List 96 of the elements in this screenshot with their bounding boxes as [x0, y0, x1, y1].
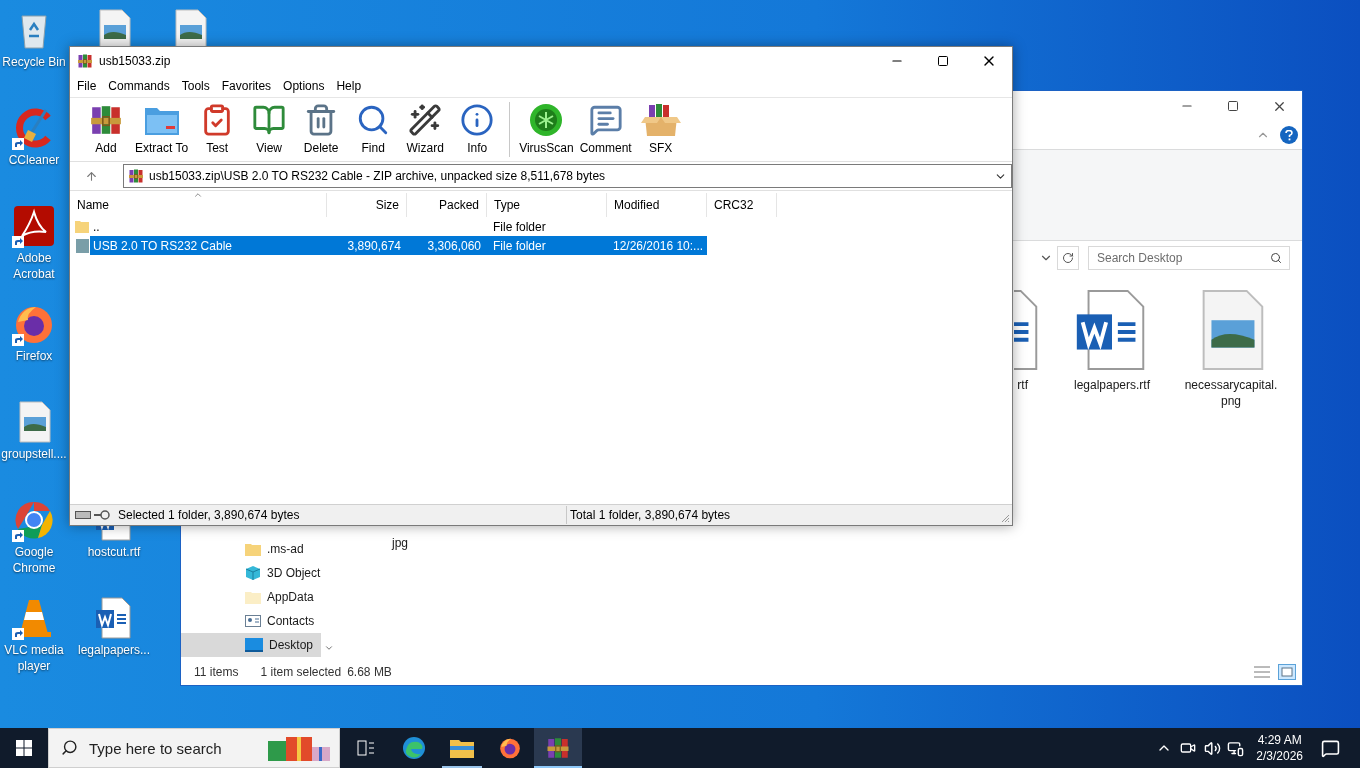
desktop-icon-label[interactable]: groupstell....	[1, 446, 67, 462]
menu-item[interactable]: File	[71, 77, 103, 95]
archive-icon	[128, 168, 144, 184]
maximize-icon	[937, 55, 949, 67]
column-header[interactable]: Type	[487, 193, 607, 217]
file-label[interactable]: rtf	[1017, 377, 1028, 393]
desktop-icon	[245, 638, 263, 652]
menu-item[interactable]: Tools	[175, 77, 216, 95]
folder-icon	[450, 738, 474, 758]
desktop-icon-label[interactable]: VLC media player	[0, 642, 68, 674]
toolbar-button[interactable]: Info	[451, 98, 504, 161]
info-icon	[460, 102, 495, 137]
refresh-icon	[1062, 252, 1074, 264]
key-icon	[94, 510, 110, 520]
maximize-icon	[1227, 100, 1239, 112]
toolbar-button[interactable]: Extract To	[132, 98, 192, 161]
column-header[interactable]: Modified	[607, 193, 707, 217]
contact-card-icon	[245, 614, 261, 628]
windows-logo-icon	[16, 740, 32, 756]
desktop-icon-label[interactable]: Adobe Acrobat	[0, 250, 68, 282]
taskbar-app-button[interactable]	[534, 728, 582, 768]
status-text: Selected 1 folder, 3,890,674 bytes	[118, 507, 301, 524]
task-view-icon	[357, 740, 375, 756]
address-field[interactable]: usb15033.zip\USB 2.0 TO RS232 Cable - ZIP archive, unpacked size 8,511,678 bytes	[123, 164, 1012, 188]
clock[interactable]: 4:29 AM 2/3/2026	[1252, 732, 1307, 764]
network-icon[interactable]	[1227, 739, 1245, 757]
edge-icon	[402, 736, 426, 760]
nav-item[interactable]: .ms-ad	[181, 537, 321, 561]
search-icon	[61, 739, 78, 756]
menu-item[interactable]: Options	[277, 77, 331, 95]
file-label[interactable]: necessarycapital.png	[1176, 377, 1286, 409]
shortcut-arrow-icon	[12, 530, 24, 542]
scroll-down-icon	[323, 643, 334, 653]
desktop-icon-label[interactable]: hostcut.rtf	[87, 544, 141, 560]
nav-item[interactable]: Contacts	[181, 609, 321, 633]
help-icon[interactable]	[1280, 126, 1298, 144]
toolbar-button[interactable]: Comment	[576, 98, 635, 161]
shortcut-arrow-icon	[12, 236, 24, 248]
nav-item[interactable]: 3D Object	[181, 561, 321, 585]
large-icons-view-icon[interactable]	[1278, 664, 1296, 680]
desktop-icon-label[interactable]: legalpapers...	[78, 642, 151, 658]
cube-icon	[245, 565, 261, 581]
file-label[interactable]: legalpapers.rtf	[1073, 377, 1151, 393]
file-label[interactable]: jpg	[392, 535, 408, 551]
drive-icon	[75, 511, 91, 519]
toolbar-button[interactable]: Wizard	[399, 98, 452, 161]
toolbar-button[interactable]: SFX	[634, 98, 687, 161]
sort-caret-icon	[193, 190, 203, 200]
books-icon	[546, 736, 570, 760]
desktop-icon-label[interactable]: Google Chrome	[0, 544, 68, 576]
nav-item[interactable]: AppData	[181, 585, 321, 609]
search-field[interactable]: Search Desktop	[1088, 246, 1290, 270]
file-row[interactable]: USB 2.0 TO RS232 Cable 3,890,674 3,306,060 File folder 12/26/2016 10:...	[90, 236, 707, 255]
selection-info: 1 item selected	[260, 664, 342, 681]
refresh-button[interactable]	[1057, 246, 1079, 270]
toolbar-button[interactable]: Test	[191, 98, 244, 161]
notifications-icon[interactable]	[1321, 738, 1340, 758]
search-icon	[1270, 252, 1282, 264]
status-text: Total 1 folder, 3,890,674 bytes	[570, 507, 731, 524]
folder-icon	[245, 590, 261, 604]
up-arrow-icon[interactable]	[85, 169, 98, 183]
winrar-logo-icon	[77, 53, 93, 69]
magic-wand-icon	[408, 102, 443, 137]
selection-size: 6.68 MB	[347, 664, 392, 681]
camera-icon[interactable]	[1180, 740, 1197, 756]
shortcut-arrow-icon	[12, 628, 24, 640]
toolbar-button[interactable]: Delete	[295, 98, 348, 161]
column-header[interactable]: Packed	[407, 193, 487, 217]
menu-item[interactable]: Commands	[102, 77, 176, 95]
bug-icon	[529, 102, 564, 137]
speaker-icon[interactable]	[1204, 739, 1222, 757]
folder-icon	[75, 220, 89, 233]
acrobat-icon	[12, 204, 56, 248]
menu-item[interactable]: Favorites	[215, 77, 278, 95]
column-header[interactable]: Name	[70, 193, 327, 217]
file-row[interactable]: .. File folder	[90, 217, 707, 236]
box-icon	[640, 102, 681, 137]
item-count: 11 items	[194, 664, 239, 681]
toolbar-button[interactable]: Find	[347, 98, 400, 161]
resize-grip-icon[interactable]	[1000, 513, 1010, 523]
toolbar-button[interactable]: Add	[80, 98, 132, 161]
shortcut-arrow-icon	[12, 334, 24, 346]
column-header[interactable]: CRC32	[707, 193, 777, 217]
toolbar-button[interactable]: View	[243, 98, 296, 161]
window-title: usb15033.zip	[99, 53, 171, 70]
shortcut-arrow-icon	[12, 138, 24, 150]
toolbar-button[interactable]: VirusScan	[516, 98, 577, 161]
desktop-icon-label[interactable]: Firefox	[15, 348, 53, 364]
menu-item[interactable]: Help	[330, 77, 368, 95]
folder-icon	[76, 238, 89, 253]
firefox-icon	[498, 736, 522, 760]
desktop-icon-label[interactable]: CCleaner	[8, 152, 60, 168]
desktop-icon-label[interactable]: Recycle Bin	[2, 54, 66, 70]
column-header[interactable]: Size	[327, 193, 407, 217]
folder-icon	[245, 542, 261, 556]
nav-item[interactable]: Desktop	[181, 633, 321, 657]
